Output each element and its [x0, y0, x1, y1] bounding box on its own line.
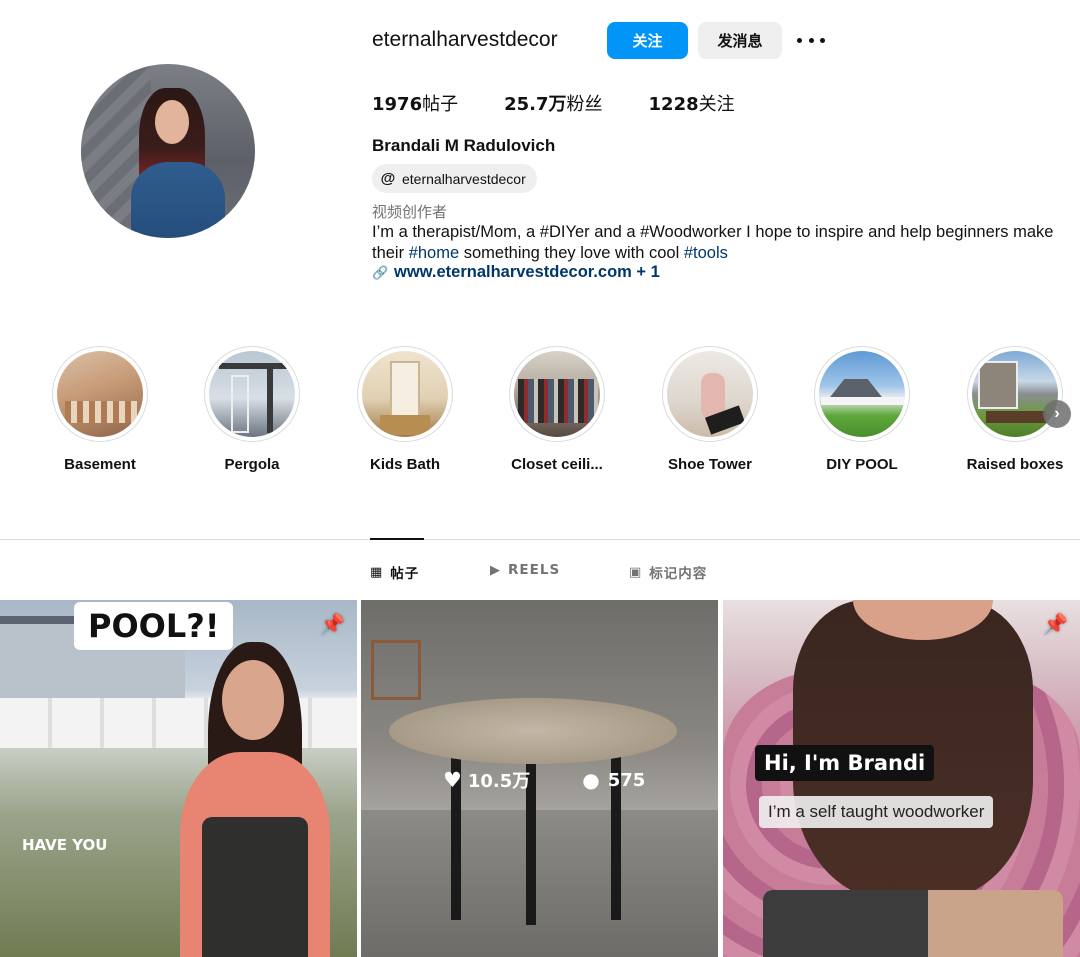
highlight-pergola[interactable]: Pergola: [192, 346, 312, 473]
highlight-shoe-tower[interactable]: Shoe Tower: [650, 346, 770, 473]
tab-divider: [0, 539, 1080, 540]
post-tile[interactable]: ♥ 10.5万 ● 575: [361, 600, 718, 957]
comment-icon: ●: [582, 768, 600, 792]
post-apron: [763, 890, 1063, 957]
highlight-label: Closet ceili...: [511, 456, 603, 473]
active-tab-indicator: [370, 538, 424, 540]
likes-count: 10.5万: [467, 771, 531, 792]
highlight-label: Pergola: [224, 456, 280, 473]
profile-username: eternalharvestdecor: [372, 28, 558, 51]
profile-link[interactable]: 🔗 www.eternalharvestdecor.com + 1: [372, 263, 660, 282]
highlight-diy-pool[interactable]: DIY POOL: [802, 346, 922, 473]
profile-full-name: Brandali M Radulovich: [372, 136, 556, 155]
profile-avatar[interactable]: [81, 64, 255, 238]
avatar-face: [155, 100, 189, 144]
highlight-thumbnail: [362, 351, 448, 437]
reels-icon: ▶: [490, 562, 501, 578]
post-hover-stats: ♥ 10.5万 ● 575: [443, 767, 645, 793]
post-table-top: [389, 698, 677, 764]
stat-following[interactable]: 1228关注: [649, 90, 735, 116]
profile-link-text: www.eternalharvestdecor.com + 1: [394, 263, 660, 281]
post-shelf: [371, 640, 421, 700]
stat-followers[interactable]: 25.7万粉丝: [504, 90, 602, 116]
highlight-label: Kids Bath: [369, 456, 440, 473]
grid-icon: ▦: [370, 564, 384, 580]
heart-icon: ♥: [443, 768, 462, 792]
post-person: [180, 642, 330, 957]
profile-category: 视频创作者: [372, 203, 448, 221]
highlight-label: DIY POOL: [826, 456, 898, 473]
post-overlay-text: HAVE YOU: [22, 836, 108, 854]
highlight-thumbnail: [514, 351, 600, 437]
story-highlights: Basement Pergola Kids Bath Closet ceili.…: [0, 346, 1080, 481]
highlight-label: Basement: [64, 456, 136, 473]
follow-button[interactable]: 关注: [607, 22, 688, 59]
avatar-body: [131, 162, 225, 238]
highlight-closet-ceiling[interactable]: Closet ceili...: [497, 346, 617, 473]
profile-bio: I’m a therapist/Mom, a #DIYer and a #Woo…: [372, 223, 1054, 262]
highlight-thumbnail: [972, 351, 1058, 437]
pin-icon: 📌: [320, 614, 345, 636]
chevron-right-icon[interactable]: ›: [1043, 400, 1071, 428]
message-button[interactable]: 发消息: [698, 22, 782, 59]
comments-count: 575: [607, 769, 646, 791]
highlight-thumbnail: [57, 351, 143, 437]
hashtag-home[interactable]: #home: [409, 244, 459, 262]
profile-stats: 1976帖子 25.7万粉丝 1228关注: [372, 90, 781, 116]
threads-badge[interactable]: @ eternalharvestdecor: [372, 164, 537, 193]
highlight-thumbnail: [667, 351, 753, 437]
link-icon: 🔗: [372, 264, 389, 280]
hashtag-tools[interactable]: #tools: [684, 244, 728, 262]
tab-posts[interactable]: ▦ 帖子: [370, 562, 419, 583]
post-overlay-title: POOL?!: [74, 602, 234, 650]
highlight-label: Raised boxes: [966, 456, 1064, 473]
post-caption-2: I’m a self taught woodworker: [759, 796, 994, 828]
post-tile[interactable]: Hi, I'm Brandi I’m a self taught woodwor…: [723, 600, 1080, 957]
threads-handle: eternalharvestdecor: [402, 170, 526, 187]
highlight-basement[interactable]: Basement: [40, 346, 160, 473]
post-caption-1: Hi, I'm Brandi: [755, 745, 935, 781]
post-tile[interactable]: POOL?! HAVE YOU 📌: [0, 600, 357, 957]
pin-icon: 📌: [1043, 614, 1068, 636]
highlight-label: Shoe Tower: [668, 456, 752, 473]
more-options-icon[interactable]: [797, 30, 825, 50]
stat-posts[interactable]: 1976帖子: [372, 90, 458, 116]
tab-reels[interactable]: ▶ REELS: [490, 562, 560, 578]
tagged-icon: ▣: [629, 564, 643, 580]
highlight-thumbnail: [209, 351, 295, 437]
threads-icon: @: [380, 169, 396, 187]
highlight-kids-bath[interactable]: Kids Bath: [345, 346, 465, 473]
tab-tagged[interactable]: ▣ 标记内容: [629, 562, 707, 583]
highlight-thumbnail: [819, 351, 905, 437]
